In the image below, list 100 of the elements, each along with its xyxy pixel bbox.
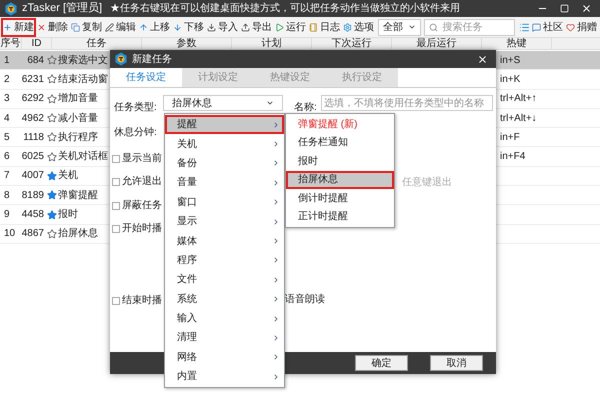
table-cell-text: 1118 <box>22 130 45 145</box>
menu-item[interactable]: 任务栏通知 <box>286 134 394 152</box>
chevron-icon <box>272 334 280 342</box>
menu-item[interactable]: 备份 <box>165 154 284 174</box>
close-icon[interactable] <box>581 3 592 14</box>
column-header[interactable]: 计划 <box>232 38 312 49</box>
menu-item[interactable]: 正计时提醒 <box>286 208 394 226</box>
menu-item[interactable]: 输入 <box>165 308 284 328</box>
column-header[interactable]: 下次运行 <box>312 38 392 49</box>
table-cell-text: 684 <box>26 54 45 68</box>
toolbar-button[interactable]: 复制 <box>70 18 103 36</box>
down-icon <box>173 22 182 32</box>
toolbar-button[interactable]: 编辑 <box>104 18 137 36</box>
toolbar-button[interactable]: 日志 <box>308 18 341 36</box>
star-icon[interactable] <box>47 190 57 200</box>
menu-item[interactable]: 音量 <box>165 173 284 193</box>
toolbar-button[interactable]: 导入 <box>206 18 239 36</box>
menu-item[interactable]: 关机 <box>165 134 284 154</box>
options-icon <box>343 22 352 32</box>
toolbar-button[interactable]: 社区 <box>531 20 564 34</box>
name-field[interactable]: 选填，不填将使用任务类型中的名称 <box>321 95 493 111</box>
table-cell-text: 2 <box>3 72 11 87</box>
menu-item[interactable]: 弹窗提醒 (新) <box>286 115 394 134</box>
column-header[interactable]: 热键 <box>482 38 552 49</box>
window-title: zTasker [管理员] <box>22 1 102 16</box>
dialog-button[interactable]: 取消 <box>430 355 483 371</box>
checkbox[interactable] <box>112 296 120 304</box>
table-cell-text: 搜索选中文 <box>58 54 108 68</box>
list-icon[interactable] <box>519 22 530 32</box>
chevron-icon <box>272 314 280 323</box>
column-header[interactable]: 任务 <box>52 38 142 49</box>
star-icon[interactable] <box>47 132 57 142</box>
menu-item[interactable]: 提醒 <box>165 115 284 134</box>
import-icon <box>207 22 216 32</box>
table-cell-text: 结束活动窗 <box>58 72 108 87</box>
field-label: 任务类型: <box>114 100 157 115</box>
table-cell-text: 弹窗提醒 <box>58 188 98 203</box>
toolbar-button[interactable]: 上移 <box>138 18 171 36</box>
chevron-icon <box>272 198 280 206</box>
menu-item[interactable]: 文件 <box>165 270 284 290</box>
menu-item[interactable]: 网络 <box>165 348 284 368</box>
export-icon <box>241 22 250 32</box>
toolbar-button[interactable]: 下移 <box>172 18 205 36</box>
star-icon[interactable] <box>47 74 57 84</box>
checkbox[interactable] <box>112 224 120 232</box>
search-icon <box>429 22 438 32</box>
star-icon[interactable] <box>47 228 57 239</box>
table-cell-text: in+K <box>500 72 522 87</box>
table-cell-text: 3 <box>3 92 11 106</box>
chevron-icon <box>272 140 280 148</box>
star-icon[interactable] <box>47 170 57 181</box>
column-header[interactable]: 参数 <box>142 38 232 49</box>
notice-text: ★任务右键现在可以创建桌面快捷方式，可以把任务动作当做独立的小软件来用 <box>110 2 460 16</box>
table-cell-text: 关机 <box>58 168 78 184</box>
chevron-icon <box>272 372 280 381</box>
menu-item[interactable]: 窗口 <box>165 192 284 212</box>
menu-item[interactable]: 内置 <box>165 367 284 386</box>
toolbar-button[interactable]: 运行 <box>274 18 307 36</box>
star-icon[interactable] <box>47 152 57 162</box>
table-cell-text: 6292 <box>20 92 45 106</box>
toolbar-button[interactable]: 新建 <box>2 18 35 36</box>
star-icon[interactable] <box>47 113 57 124</box>
delete-icon <box>37 22 46 32</box>
star-icon[interactable] <box>47 55 57 66</box>
star-icon[interactable] <box>47 210 57 220</box>
column-header[interactable]: 最后运行 <box>392 38 482 49</box>
task-type-dropdown[interactable]: 抬屏休息 <box>163 95 283 111</box>
filter-dropdown[interactable]: 全部 <box>378 18 422 36</box>
menu-item[interactable]: 媒体 <box>165 231 284 251</box>
checkbox-label: 允许退出 <box>122 174 162 189</box>
column-header[interactable]: 序号 <box>0 38 22 49</box>
star-icon[interactable] <box>47 94 57 104</box>
chevron-icon <box>272 276 280 284</box>
menu-item[interactable]: 抬屏休息 <box>286 170 394 189</box>
menu-item[interactable]: 清理 <box>165 328 284 348</box>
toolbar-button[interactable]: 捐赠 <box>565 20 598 34</box>
close-icon[interactable] <box>477 54 488 64</box>
field-label: 名称: <box>294 101 317 115</box>
checkbox[interactable] <box>112 154 120 162</box>
menu-item[interactable]: 倒计时提醒 <box>286 189 394 208</box>
table-cell-text: 4007 <box>20 169 45 184</box>
checkbox[interactable] <box>112 202 120 210</box>
table-cell-text: trl+Alt+↓ <box>500 112 538 126</box>
dialog-button[interactable]: 确定 <box>355 355 408 371</box>
column-header[interactable]: ID <box>22 38 52 49</box>
menu-item[interactable]: 显示 <box>165 212 284 232</box>
table-cell-text: 执行程序 <box>58 130 98 145</box>
menu-item[interactable]: 程序 <box>165 250 284 270</box>
menu-item[interactable]: 报时 <box>286 152 394 170</box>
toolbar-button[interactable]: 导出 <box>240 18 273 36</box>
checkbox[interactable] <box>112 178 120 186</box>
menu-item[interactable]: 系统 <box>165 290 284 309</box>
maximize-icon[interactable] <box>560 4 569 13</box>
toolbar-button[interactable]: 删除 <box>36 18 69 36</box>
edit-icon <box>105 22 114 32</box>
table-cell-text: 增加音量 <box>58 92 98 106</box>
checkbox-label: 开始时播 <box>122 222 162 236</box>
table-cell-text: 7 <box>3 169 11 184</box>
toolbar-button[interactable]: 选项 <box>342 18 375 36</box>
chevron-icon <box>272 218 280 226</box>
